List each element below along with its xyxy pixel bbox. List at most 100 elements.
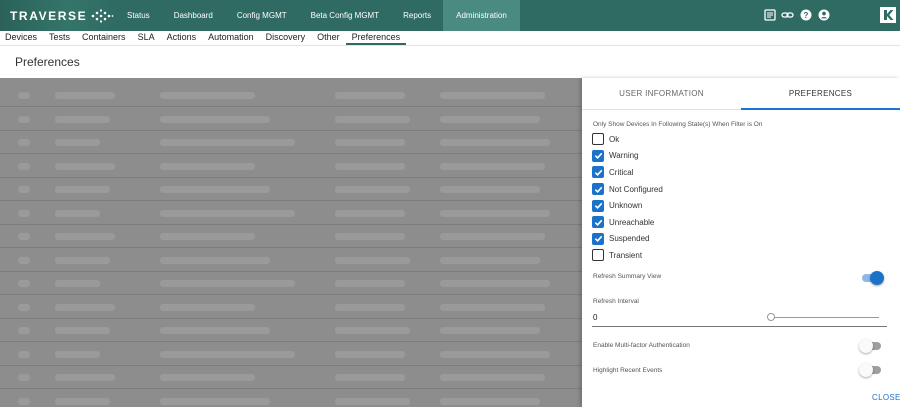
backdrop-placeholder [18,397,30,405]
backdrop-row [0,296,582,319]
backdrop-placeholder [335,350,405,358]
backdrop-row [0,131,582,154]
notes-icon[interactable] [763,8,776,21]
checkbox-label: Transient [609,250,643,260]
preferences-panel: USER INFORMATION PREFERENCES Only Show D… [582,78,900,407]
backdrop-placeholder [335,303,405,311]
checkbox[interactable] [592,183,604,196]
checkbox-label: Critical [609,167,634,177]
backdrop-placeholder [18,209,30,217]
nav-status[interactable]: Status [115,0,162,31]
checkbox-label: Unknown [609,201,643,211]
refresh-interval-slider-thumb[interactable] [767,313,775,321]
backdrop-placeholder [440,256,540,264]
backdrop-row [0,390,582,407]
backdrop-placeholder [55,233,115,240]
backdrop-placeholder [440,162,545,170]
refresh-interval-slider-track[interactable] [772,317,879,318]
state-option-suspended[interactable]: Suspended [592,231,663,248]
backdrop-placeholder [440,374,545,381]
backdrop-placeholder [55,303,115,311]
subnav-sla[interactable]: SLA [132,31,161,45]
subnav-containers[interactable]: Containers [76,31,132,45]
mfa-toggle[interactable] [859,339,883,353]
page-header: Preferences [0,45,900,78]
refresh-summary-label: Refresh Summary View [593,273,662,280]
main-nav: Status Dashboard Config MGMT Beta Config… [115,0,520,31]
checkbox[interactable] [592,133,604,146]
checkbox[interactable] [592,149,604,162]
backdrop-placeholder [335,327,410,334]
subnav-tests[interactable]: Tests [43,31,76,45]
mfa-label: Enable Multi-factor Authentication [593,342,690,349]
state-option-not-configured[interactable]: Not Configured [592,181,663,198]
traverse-logo[interactable]: TRAVERSE [10,6,114,26]
backdrop-row [0,155,582,178]
logo-dots-icon [91,9,114,23]
backdrop-placeholder [440,115,540,123]
checkbox[interactable] [592,199,604,212]
backdrop-placeholder [335,92,405,99]
subnav-discovery[interactable]: Discovery [260,31,312,45]
state-option-warning[interactable]: Warning [592,148,663,165]
modal-backdrop[interactable] [0,78,582,407]
state-option-unknown[interactable]: Unknown [592,197,663,214]
subnav-automation[interactable]: Automation [202,31,260,45]
backdrop-placeholder [55,186,110,193]
backdrop-row [0,366,582,389]
page-title: Preferences [15,55,80,69]
backdrop-placeholder [335,186,410,193]
checkbox[interactable] [592,232,604,245]
state-option-unreachable[interactable]: Unreachable [592,214,663,231]
backdrop-placeholder [18,256,30,264]
checkbox[interactable] [592,166,604,179]
backdrop-placeholder [160,303,255,311]
svg-text:?: ? [803,11,808,20]
link-icon[interactable] [781,8,794,21]
help-icon[interactable]: ? [799,8,812,21]
backdrop-placeholder [440,209,550,217]
nav-beta-config-mgmt[interactable]: Beta Config MGMT [299,0,391,31]
nav-administration[interactable]: Administration [443,0,520,31]
nav-reports[interactable]: Reports [391,0,443,31]
subnav-devices[interactable]: Devices [0,31,43,45]
backdrop-placeholder [160,233,255,240]
nav-dashboard[interactable]: Dashboard [162,0,225,31]
backdrop-placeholder [55,397,110,405]
state-checkbox-list: Ok Warning Critical Not Configured Unkno… [592,131,663,264]
backdrop-placeholder [55,162,115,170]
subnav-actions[interactable]: Actions [161,31,203,45]
tab-preferences[interactable]: PREFERENCES [741,78,900,110]
highlight-events-toggle[interactable] [859,363,883,377]
refresh-interval-underline [592,326,887,327]
tab-user-information[interactable]: USER INFORMATION [582,78,741,110]
backdrop-placeholder [440,280,550,287]
subnav-other[interactable]: Other [311,31,346,45]
user-icon[interactable] [817,8,830,21]
checkbox[interactable] [592,216,604,229]
backdrop-row [0,84,582,107]
refresh-summary-toggle[interactable] [860,271,884,285]
backdrop-placeholder [160,256,270,264]
backdrop-placeholder [160,397,270,405]
backdrop-placeholder [160,162,255,170]
nav-config-mgmt[interactable]: Config MGMT [225,0,299,31]
backdrop-placeholder [440,397,540,405]
backdrop-row [0,178,582,201]
refresh-interval-value[interactable]: 0 [593,313,597,322]
backdrop-placeholder [160,186,270,193]
backdrop-placeholder [18,280,30,287]
backdrop-placeholder [18,139,30,146]
close-button[interactable]: CLOSE [872,393,900,402]
state-option-critical[interactable]: Critical [592,164,663,181]
subnav-preferences[interactable]: Preferences [345,31,407,45]
brand-logo[interactable] [880,7,896,23]
state-option-ok[interactable]: Ok [592,131,663,148]
backdrop-placeholder [335,162,405,170]
checkbox[interactable] [592,249,604,262]
backdrop-placeholder [335,209,405,217]
sub-navigation: Devices Tests Containers SLA Actions Aut… [0,31,900,45]
state-option-transient[interactable]: Transient [592,247,663,264]
backdrop-row [0,319,582,342]
backdrop-placeholder [55,115,110,123]
